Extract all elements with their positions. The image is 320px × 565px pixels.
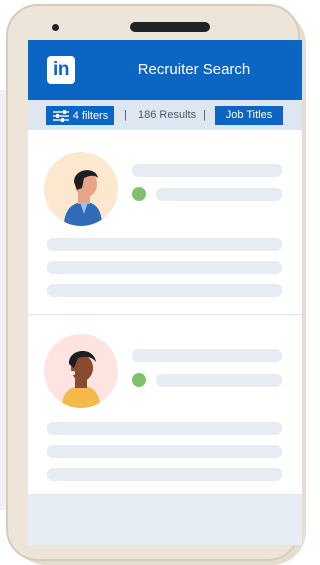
separator: | (124, 109, 127, 121)
filters-button[interactable]: 4 filters (46, 106, 114, 125)
title-placeholder (156, 188, 282, 201)
detail-placeholder (47, 468, 282, 481)
separator: | (203, 109, 206, 121)
detail-placeholder (47, 422, 282, 435)
online-status-icon (132, 373, 146, 387)
detail-placeholder (47, 238, 282, 251)
camera-dot (52, 24, 59, 31)
person-icon (62, 350, 100, 408)
avatar (44, 152, 118, 226)
detail-placeholder (47, 284, 282, 297)
sliders-icon (52, 109, 69, 122)
results-count: 186 Results (138, 109, 197, 121)
candidate-card[interactable] (28, 316, 302, 495)
screen-footer (28, 495, 302, 545)
page-title: Recruiter Search (137, 61, 251, 78)
title-placeholder (156, 374, 282, 387)
speaker-slot (130, 22, 210, 32)
filters-label: 4 filters (72, 109, 109, 122)
app-header: in Recruiter Search (28, 40, 302, 100)
person-icon (64, 170, 102, 226)
phone-screen: in Recruiter Search 4 filters | 186 Resu… (28, 40, 302, 545)
job-titles-button[interactable]: Job Titles (215, 106, 283, 125)
detail-placeholder (47, 261, 282, 274)
detail-placeholder (47, 445, 282, 458)
online-status-icon (132, 187, 146, 201)
name-placeholder (132, 349, 282, 362)
filter-bar: 4 filters | 186 Results | Job Titles (28, 100, 302, 130)
name-placeholder (132, 164, 282, 177)
candidate-card[interactable] (28, 130, 302, 315)
avatar (44, 334, 118, 408)
